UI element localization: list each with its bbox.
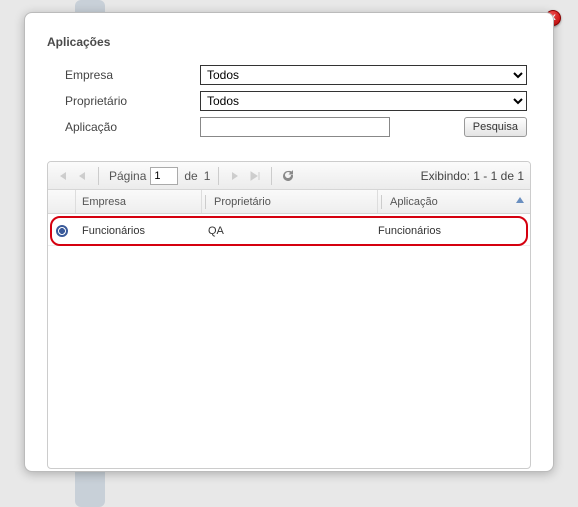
refresh-icon[interactable]	[280, 168, 296, 184]
aplicacao-label: Aplicação	[65, 120, 200, 134]
cell-aplicacao: Funcionários	[372, 225, 530, 237]
page-input[interactable]	[150, 167, 178, 185]
dialog: Aplicações Empresa Todos Proprietário To…	[24, 12, 554, 472]
col-empresa[interactable]: Empresa	[76, 190, 202, 213]
search-button[interactable]: Pesquisa	[464, 117, 527, 137]
last-page-icon[interactable]	[247, 168, 263, 184]
col-select	[48, 190, 76, 213]
col-proprietario-label: Proprietário	[214, 196, 271, 208]
cell-empresa: Funcionários	[76, 225, 202, 237]
first-page-icon[interactable]	[54, 168, 70, 184]
page-label: Página	[109, 169, 146, 183]
empresa-select[interactable]: Todos	[200, 65, 527, 85]
empresa-label: Empresa	[65, 68, 200, 82]
proprietario-label: Proprietário	[65, 94, 200, 108]
cell-proprietario: QA	[202, 225, 372, 237]
filter-form: Empresa Todos Proprietário Todos Aplicaç…	[41, 65, 537, 155]
table-row[interactable]: Funcionários QA Funcionários	[48, 216, 530, 246]
of-label: de	[184, 169, 197, 183]
display-info: Exibindo: 1 - 1 de 1	[421, 169, 524, 183]
col-aplicacao[interactable]: Aplicação	[384, 190, 530, 213]
proprietario-select[interactable]: Todos	[200, 91, 527, 111]
col-proprietario[interactable]: Proprietário	[208, 190, 378, 213]
next-page-icon[interactable]	[227, 168, 243, 184]
aplicacao-input[interactable]	[200, 117, 390, 137]
col-aplicacao-label: Aplicação	[390, 196, 438, 208]
results-grid: Página de 1 Exibindo: 1 - 1 de 1 Empresa…	[47, 161, 531, 469]
dialog-title: Aplicações	[47, 35, 537, 49]
column-headers: Empresa Proprietário Aplicação	[48, 190, 530, 214]
sort-asc-icon	[516, 197, 524, 203]
row-radio[interactable]	[48, 225, 76, 237]
prev-page-icon[interactable]	[74, 168, 90, 184]
radio-selected-icon	[56, 225, 68, 237]
grid-toolbar: Página de 1 Exibindo: 1 - 1 de 1	[48, 162, 530, 190]
total-pages: 1	[204, 169, 211, 183]
grid-body: Funcionários QA Funcionários	[48, 214, 530, 468]
col-empresa-label: Empresa	[82, 196, 126, 208]
